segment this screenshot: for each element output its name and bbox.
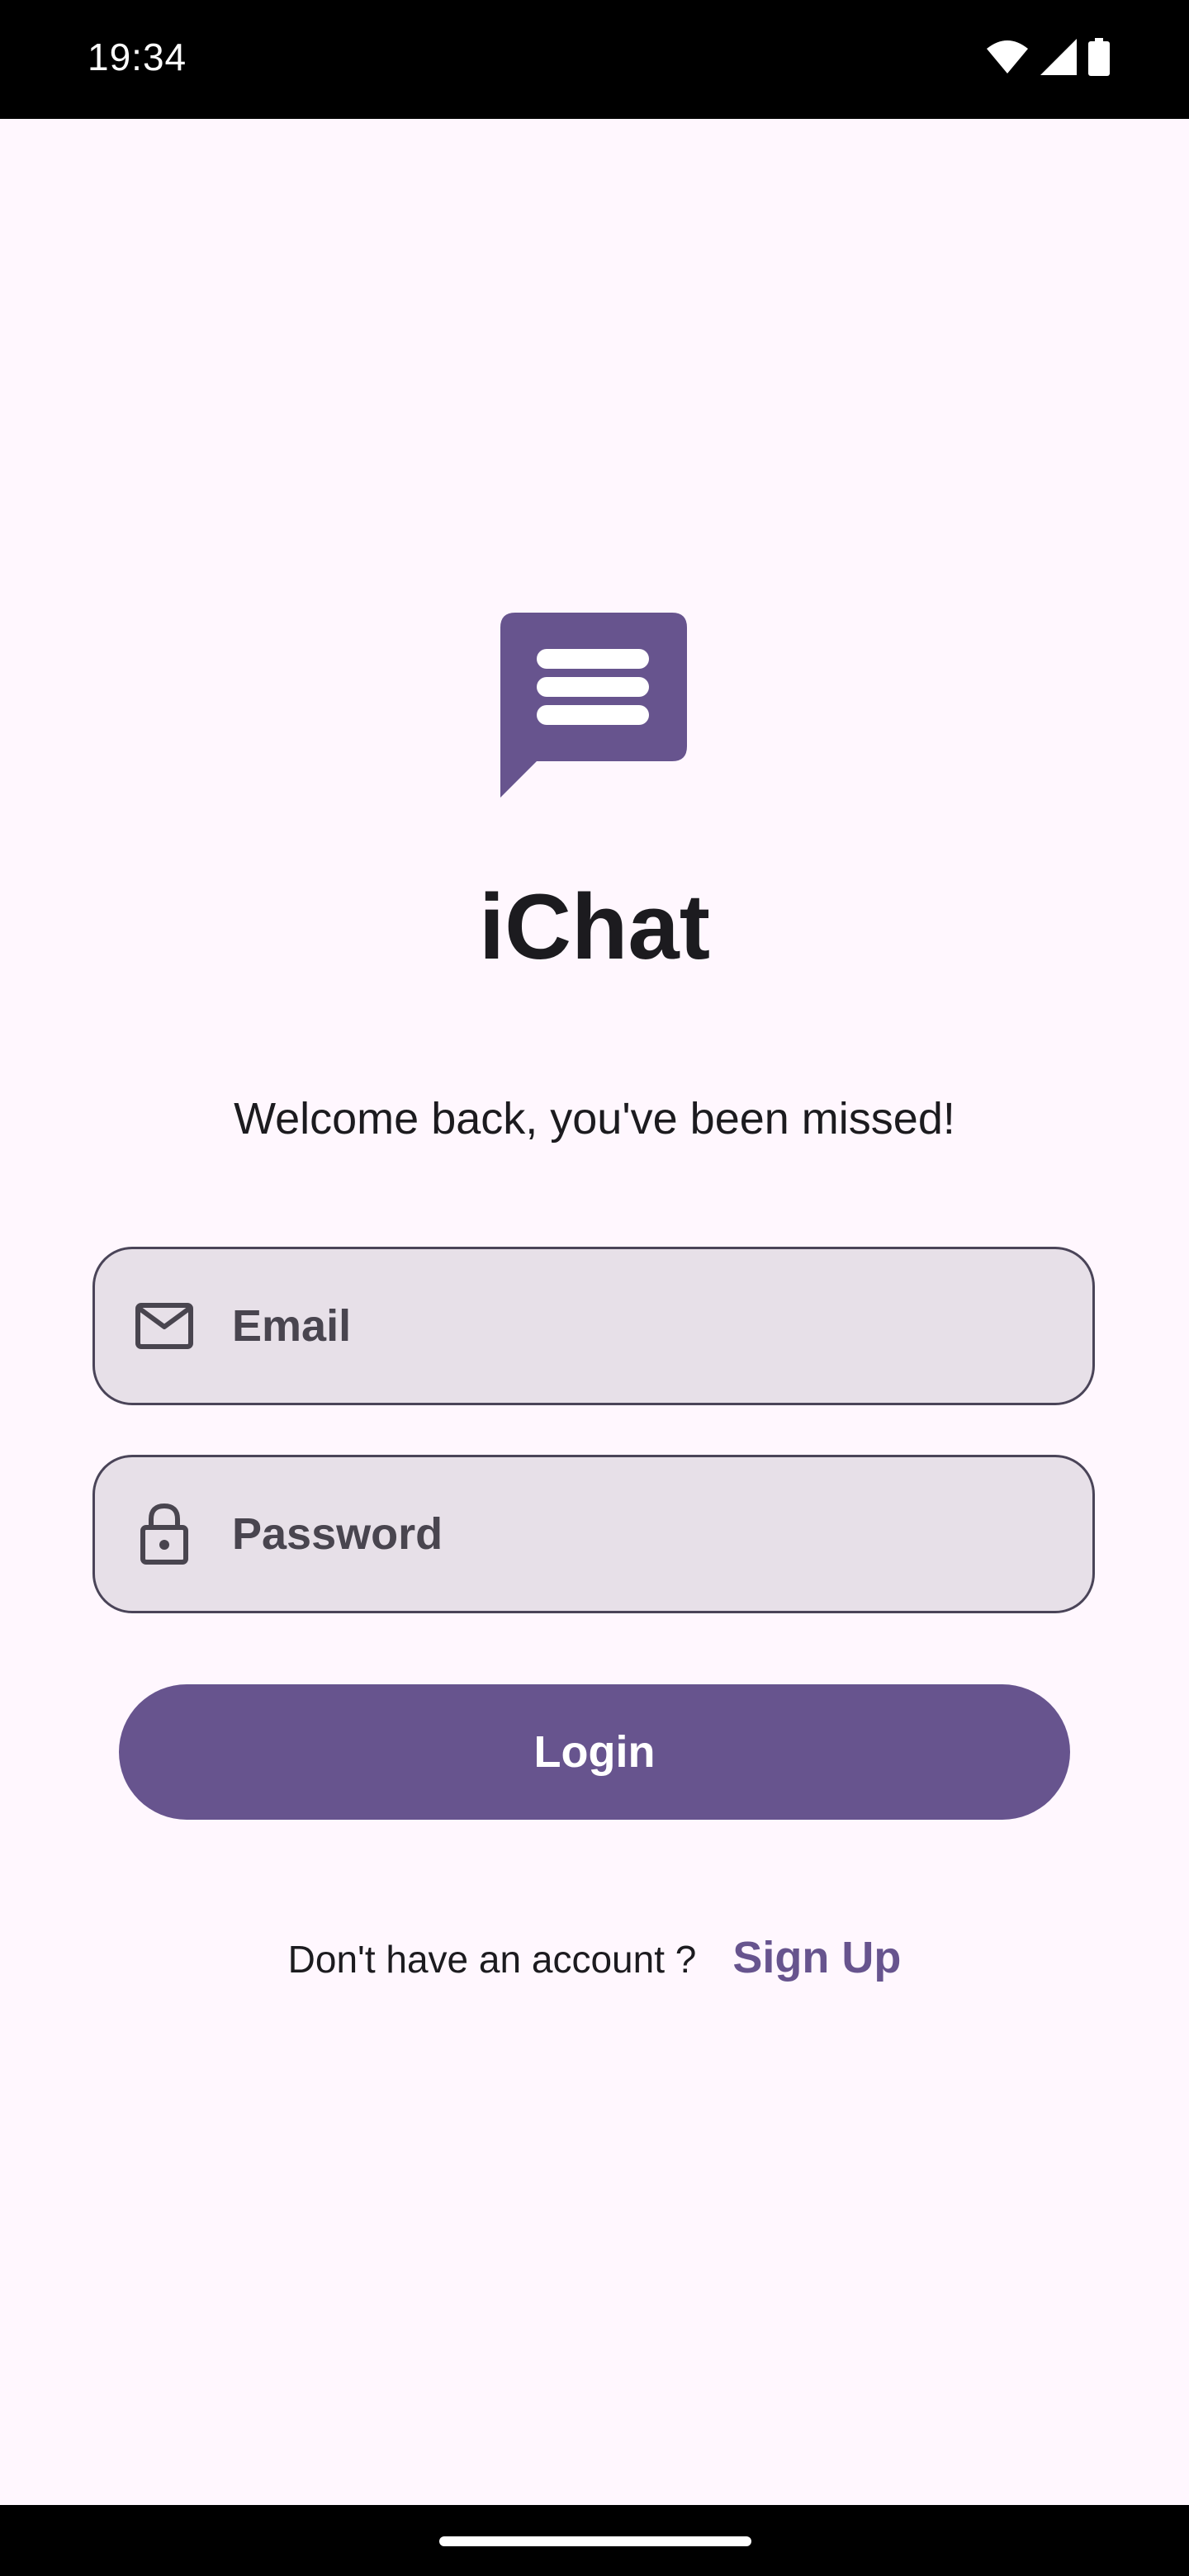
sign-up-link[interactable]: Sign Up: [732, 1932, 901, 1983]
signup-prompt: Don't have an account ?: [287, 1938, 697, 1981]
chat-bubble-icon: [500, 613, 687, 798]
status-bar: 19:34: [0, 0, 1189, 119]
wifi-icon: [987, 40, 1028, 73]
login-button[interactable]: Login: [119, 1684, 1070, 1820]
navigation-bar: [0, 2505, 1189, 2576]
cellular-signal-icon: [1040, 39, 1077, 75]
email-placeholder: Email: [232, 1301, 352, 1351]
battery-icon: [1088, 38, 1110, 76]
signup-row: Don't have an account ? Sign Up: [0, 1932, 1189, 1983]
welcome-text: Welcome back, you've been missed!: [234, 1094, 955, 1144]
status-icons: [986, 38, 1110, 76]
password-placeholder: Password: [232, 1509, 443, 1559]
mail-icon: [131, 1293, 197, 1359]
email-field[interactable]: Email: [92, 1247, 1095, 1405]
password-field[interactable]: Password: [92, 1455, 1095, 1613]
home-gesture-handle[interactable]: [439, 2536, 751, 2546]
app-title: iChat: [479, 875, 710, 978]
status-time: 19:34: [88, 36, 187, 78]
lock-icon: [131, 1501, 197, 1567]
